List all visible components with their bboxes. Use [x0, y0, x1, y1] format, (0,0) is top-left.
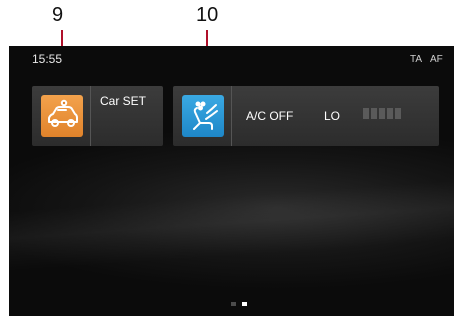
climate-tile[interactable]: A/C OFF LO	[173, 86, 439, 146]
tile-divider	[90, 86, 91, 146]
af-indicator: AF	[430, 54, 443, 65]
head-unit-screen: 15:55 TA AF Car SET A/C OFF LO	[9, 46, 454, 316]
clock: 15:55	[32, 52, 63, 66]
fan-level-bar	[395, 108, 401, 119]
car-settings-icon[interactable]	[41, 95, 83, 137]
page-indicator	[231, 302, 247, 306]
car-settings-tile[interactable]: Car SET	[32, 86, 163, 146]
fan-level-indicator	[363, 108, 401, 119]
ac-status-label: A/C OFF	[246, 109, 294, 123]
car-settings-label: Car SET	[100, 94, 147, 108]
page-dot[interactable]	[231, 302, 236, 306]
page-dot-active[interactable]	[242, 302, 247, 306]
fan-level-bar	[371, 108, 377, 119]
climate-seat-fan-icon[interactable]	[182, 95, 224, 137]
fan-level-bar	[379, 108, 385, 119]
fan-level-bar	[387, 108, 393, 119]
tile-divider	[231, 86, 232, 146]
callout-number-9: 9	[52, 4, 64, 26]
background-streak	[9, 177, 454, 275]
fan-level-bar	[363, 108, 369, 119]
ta-indicator: TA	[410, 54, 423, 65]
fan-mode-label: LO	[324, 109, 341, 123]
callout-number-10: 10	[196, 4, 219, 26]
